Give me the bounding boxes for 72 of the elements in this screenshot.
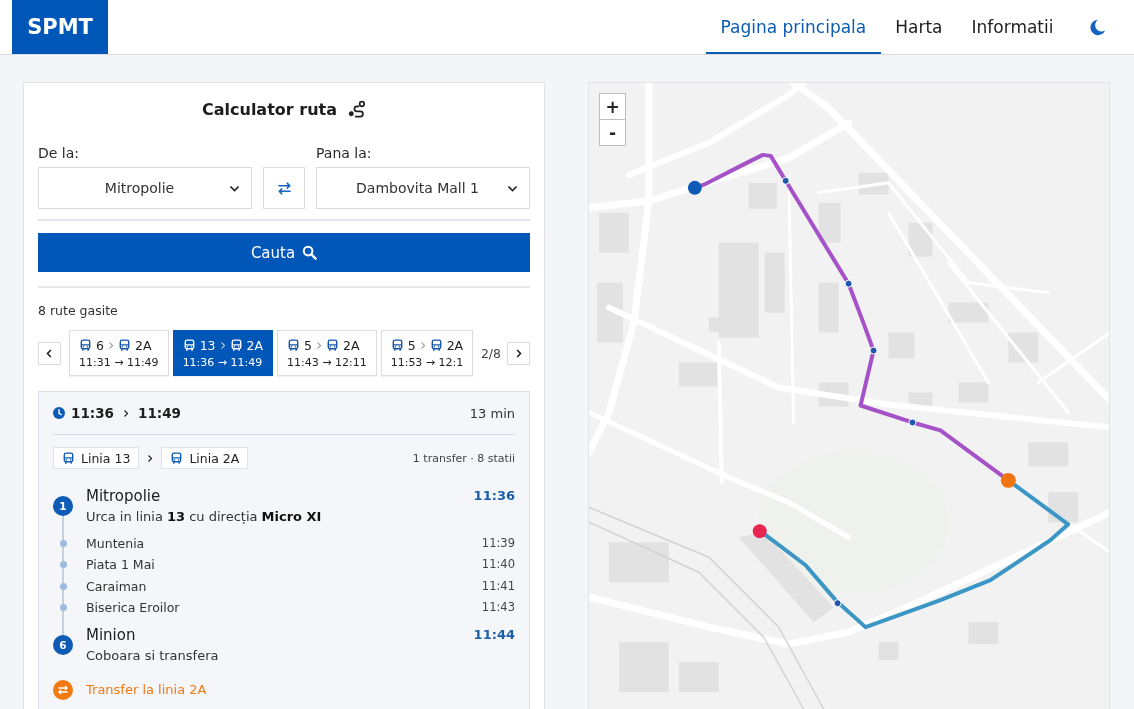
stop-time: 11:41 bbox=[481, 577, 515, 595]
results-count: 8 rute gasite bbox=[38, 302, 119, 320]
stop-dot-icon bbox=[59, 604, 67, 612]
swap-icon bbox=[276, 180, 292, 196]
logo[interactable]: SPMT bbox=[12, 0, 108, 54]
from-label: De la: bbox=[38, 144, 81, 162]
line-name: Linia 2A bbox=[189, 450, 240, 466]
trip-summary: 1 transfer · 8 statii bbox=[412, 451, 515, 465]
route-icon bbox=[347, 99, 366, 119]
bus-icon bbox=[79, 338, 92, 352]
departure-time: 11:36 bbox=[71, 405, 114, 421]
stop-name: Caraiman bbox=[86, 577, 148, 596]
stop-name: Biserica Eroilor bbox=[86, 598, 181, 617]
route-option[interactable]: 5 2A 11:53 → 12:1 bbox=[380, 330, 474, 376]
bus-icon bbox=[390, 338, 404, 352]
page-indicator: 2/8 bbox=[480, 345, 501, 361]
bus-icon bbox=[62, 451, 75, 465]
chevron-right-icon bbox=[219, 340, 226, 350]
transfer-icon bbox=[53, 680, 73, 701]
previous-button[interactable] bbox=[38, 341, 61, 365]
search-icon bbox=[302, 245, 318, 260]
route-option[interactable]: 13 2A 11:36 → 11:49 bbox=[172, 330, 274, 376]
route-option[interactable]: 5 2A 11:43 → 12:11 bbox=[277, 330, 377, 376]
step-number: 1 bbox=[53, 496, 73, 516]
route-option[interactable]: 6 2A 11:31 → 11:49 bbox=[69, 330, 169, 376]
stop-name: Piata 1 Mai bbox=[86, 556, 156, 575]
stop-time: 11:36 bbox=[473, 487, 515, 505]
moon-icon bbox=[1089, 18, 1106, 36]
arrival-time: 11:49 bbox=[138, 405, 181, 421]
nav-tab[interactable]: Harta bbox=[880, 0, 958, 54]
stop-dot-icon bbox=[59, 540, 67, 548]
stop-time: 11:43 bbox=[481, 598, 515, 616]
start-marker-icon bbox=[687, 180, 702, 195]
from-select[interactable]: Mitropolie bbox=[38, 167, 252, 209]
bus-icon bbox=[117, 338, 131, 352]
step-number: 6 bbox=[53, 635, 73, 656]
stop-name: Minion bbox=[86, 625, 137, 647]
stop-time: 11:39 bbox=[481, 535, 515, 552]
stop-time: 11:40 bbox=[481, 556, 515, 574]
bus-icon bbox=[326, 338, 339, 352]
step-instruction: Coboara si transfera bbox=[86, 647, 220, 666]
stop-name: Muntenia bbox=[86, 535, 146, 553]
clock-icon bbox=[53, 407, 65, 419]
chevron-right-icon bbox=[123, 408, 129, 418]
panel-title: Calculator ruta bbox=[202, 99, 337, 119]
zoom-in-button[interactable]: + bbox=[599, 93, 626, 120]
bus-icon bbox=[229, 338, 243, 352]
bus-icon bbox=[287, 338, 301, 352]
chevron-right-icon bbox=[419, 340, 426, 350]
transfer-instruction: Transfer la linia 2A bbox=[86, 681, 208, 700]
to-select[interactable]: Dambovita Mall 1 bbox=[316, 167, 530, 209]
theme-toggle-button[interactable] bbox=[1089, 18, 1106, 36]
stop-name: Mitropolie bbox=[86, 486, 162, 507]
stop-dot-icon bbox=[59, 582, 67, 590]
bus-icon bbox=[170, 451, 184, 465]
line-name: Linia 13 bbox=[81, 450, 131, 466]
search-button[interactable]: Cauta bbox=[38, 233, 530, 272]
chevron-right-icon bbox=[316, 340, 322, 350]
bus-icon bbox=[182, 338, 196, 352]
nav-tab[interactable]: Pagina principala bbox=[706, 0, 881, 54]
zoom-out-button[interactable]: - bbox=[599, 119, 626, 146]
swap-button[interactable] bbox=[263, 167, 305, 209]
to-label: Pana la: bbox=[316, 144, 373, 162]
trip-duration: 13 min bbox=[469, 405, 515, 421]
stop-dot-icon bbox=[59, 561, 67, 569]
bus-icon bbox=[429, 338, 443, 352]
next-button[interactable] bbox=[507, 341, 530, 365]
stop-time: 11:44 bbox=[473, 626, 515, 645]
chevron-right-icon bbox=[147, 453, 154, 463]
nav-tab[interactable]: Informatii bbox=[957, 0, 1068, 54]
chevron-right-icon bbox=[107, 340, 114, 350]
step-instruction: Urca in linia 13 cu direcția Micro XI bbox=[86, 508, 323, 526]
